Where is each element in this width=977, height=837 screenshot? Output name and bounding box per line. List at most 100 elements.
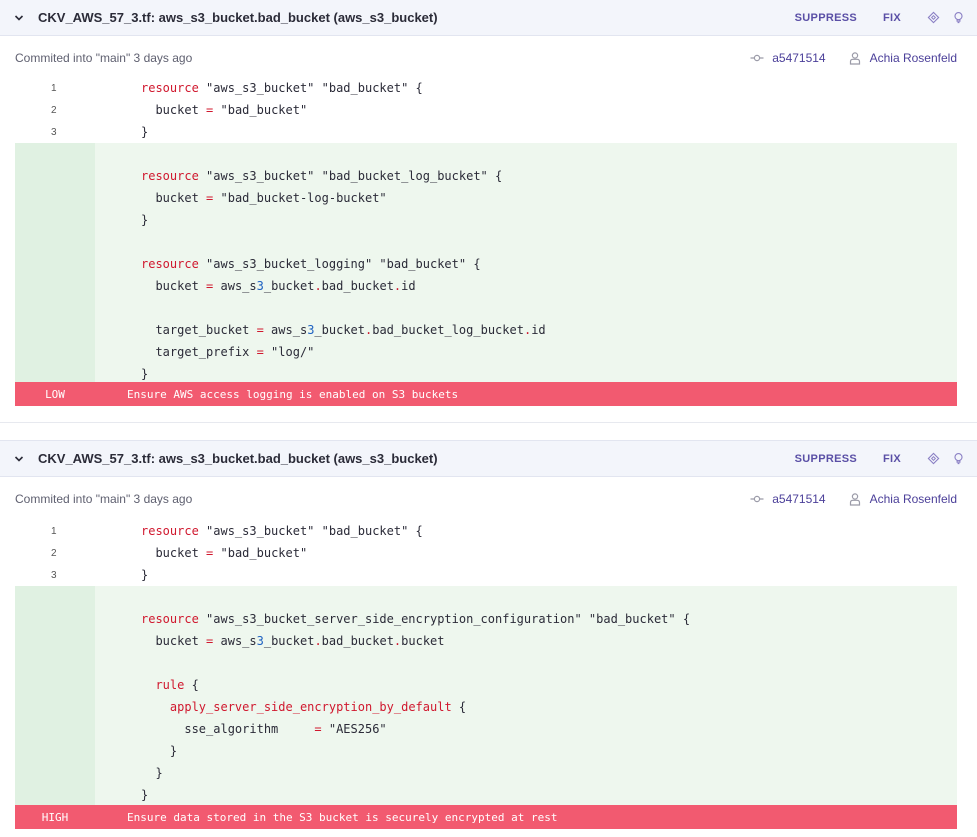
- commit-hash[interactable]: a5471514: [772, 492, 825, 506]
- author-name[interactable]: Achia Rosenfeld: [870, 492, 957, 506]
- policy-message: Ensure AWS access logging is enabled on …: [127, 387, 459, 401]
- code-text: }: [141, 568, 149, 582]
- code-line: rule {: [15, 674, 957, 696]
- chevron-down-icon[interactable]: [14, 454, 24, 464]
- code-text: resource "aws_s3_bucket_logging" "bad_bu…: [141, 257, 481, 271]
- code-text: resource "aws_s3_bucket_server_side_encr…: [141, 612, 691, 626]
- line-number: [15, 187, 95, 209]
- commit-info: Commited into "main" 3 days ago a5471514…: [0, 36, 977, 80]
- line-number: [15, 608, 95, 630]
- commit-icon: [750, 495, 764, 503]
- severity-bar-1: LOW Ensure AWS access logging is enabled…: [15, 382, 957, 406]
- line-number: 3: [51, 569, 57, 581]
- code-text: bucket = aws_s3_bucket.bad_bucket.id: [141, 279, 416, 293]
- line-number: [15, 143, 95, 165]
- line-number: [15, 586, 95, 608]
- line-number: [15, 209, 95, 231]
- code-text: }: [141, 213, 149, 227]
- lightbulb-icon[interactable]: [951, 11, 965, 25]
- code-line: 2 bucket = "bad_bucket": [15, 99, 957, 121]
- line-number: [15, 231, 95, 253]
- line-number: [15, 652, 95, 674]
- code-line: bucket = "bad_bucket-log-bucket": [15, 187, 957, 209]
- line-number: [15, 696, 95, 718]
- code-line: sse_algorithm = "AES256": [15, 718, 957, 740]
- severity-label: HIGH: [41, 810, 69, 824]
- line-number: 3: [51, 126, 57, 138]
- line-number: [15, 253, 95, 275]
- code-text: bucket = aws_s3_bucket.bad_bucket.bucket: [141, 634, 445, 648]
- code-text: }: [141, 125, 149, 139]
- severity-label: LOW: [45, 387, 65, 401]
- code-text: target_prefix = "log/": [141, 345, 315, 359]
- code-line: 1 resource "aws_s3_bucket" "bad_bucket" {: [15, 77, 957, 99]
- code-line: [15, 586, 957, 608]
- fix-button[interactable]: FIX: [883, 453, 901, 465]
- user-icon: [849, 52, 860, 65]
- line-number: [15, 784, 95, 806]
- code-text: sse_algorithm = "AES256": [141, 722, 387, 736]
- line-number: 2: [51, 547, 57, 559]
- code-line: resource "aws_s3_bucket_server_side_encr…: [15, 608, 957, 630]
- policy-message: Ensure data stored in the S3 bucket is s…: [127, 810, 558, 824]
- code-text: }: [141, 744, 178, 758]
- commit-info: Commited into "main" 3 days ago a5471514…: [0, 477, 977, 521]
- commit-icon: [750, 54, 764, 62]
- line-number: 1: [51, 82, 57, 94]
- code-line: 1 resource "aws_s3_bucket" "bad_bucket" {: [15, 520, 957, 542]
- code-line: bucket = aws_s3_bucket.bad_bucket.id: [15, 275, 957, 297]
- user-icon: [849, 493, 860, 506]
- panel-title: CKV_AWS_57_3.tf: aws_s3_bucket.bad_bucke…: [38, 451, 438, 466]
- line-number: [15, 630, 95, 652]
- commit-hash[interactable]: a5471514: [772, 51, 825, 65]
- code-line: 2 bucket = "bad_bucket": [15, 542, 957, 564]
- code-text: rule {: [155, 678, 199, 692]
- code-line: target_bucket = aws_s3_bucket.bad_bucket…: [15, 319, 957, 341]
- commit-text: Commited into "main" 3 days ago: [15, 51, 193, 65]
- panel-title: CKV_AWS_57_3.tf: aws_s3_bucket.bad_bucke…: [38, 10, 438, 25]
- code-line: 3}: [15, 564, 957, 586]
- diamond-icon[interactable]: [926, 11, 940, 25]
- panel-header: CKV_AWS_57_3.tf: aws_s3_bucket.bad_bucke…: [0, 441, 977, 477]
- code-text: bucket = "bad_bucket": [141, 546, 308, 560]
- line-number: [15, 718, 95, 740]
- severity-bar-2: HIGH Ensure data stored in the S3 bucket…: [15, 805, 957, 829]
- panel-header: CKV_AWS_57_3.tf: aws_s3_bucket.bad_bucke…: [0, 0, 977, 36]
- code-line: resource "aws_s3_bucket_logging" "bad_bu…: [15, 253, 957, 275]
- divider: [0, 422, 977, 423]
- code-text: target_bucket = aws_s3_bucket.bad_bucket…: [141, 323, 546, 337]
- chevron-down-icon[interactable]: [14, 13, 24, 23]
- code-text: bucket = "bad_bucket": [141, 103, 308, 117]
- author-name[interactable]: Achia Rosenfeld: [870, 51, 957, 65]
- code-line: }: [15, 209, 957, 231]
- code-text: resource "aws_s3_bucket" "bad_bucket_log…: [141, 169, 503, 183]
- code-line: [15, 231, 957, 253]
- line-number: 2: [51, 104, 57, 116]
- fix-button[interactable]: FIX: [883, 12, 901, 24]
- code-line: 3}: [15, 121, 957, 143]
- line-number: 1: [51, 525, 57, 537]
- commit-text: Commited into "main" 3 days ago: [15, 492, 193, 506]
- diamond-icon[interactable]: [926, 452, 940, 466]
- line-number: [15, 740, 95, 762]
- code-line: [15, 143, 957, 165]
- line-number: [15, 165, 95, 187]
- line-number: [15, 674, 95, 696]
- code-line: [15, 652, 957, 674]
- lightbulb-icon[interactable]: [951, 452, 965, 466]
- code-text: resource "aws_s3_bucket" "bad_bucket" {: [141, 524, 423, 538]
- code-text: resource "aws_s3_bucket" "bad_bucket" {: [141, 81, 423, 95]
- violation-panel-1: CKV_AWS_57_3.tf: aws_s3_bucket.bad_bucke…: [0, 0, 977, 80]
- code-text: bucket = "bad_bucket-log-bucket": [141, 191, 387, 205]
- code-line: resource "aws_s3_bucket" "bad_bucket_log…: [15, 165, 957, 187]
- code-text: }: [141, 367, 149, 381]
- line-number: [15, 341, 95, 363]
- code-line: }: [15, 784, 957, 806]
- code-line: [15, 297, 957, 319]
- suppress-button[interactable]: SUPPRESS: [795, 453, 857, 465]
- code-line: }: [15, 762, 957, 784]
- code-line: apply_server_side_encryption_by_default …: [15, 696, 957, 718]
- suppress-button[interactable]: SUPPRESS: [795, 12, 857, 24]
- code-line: }: [15, 740, 957, 762]
- code-text: apply_server_side_encryption_by_default …: [169, 700, 467, 714]
